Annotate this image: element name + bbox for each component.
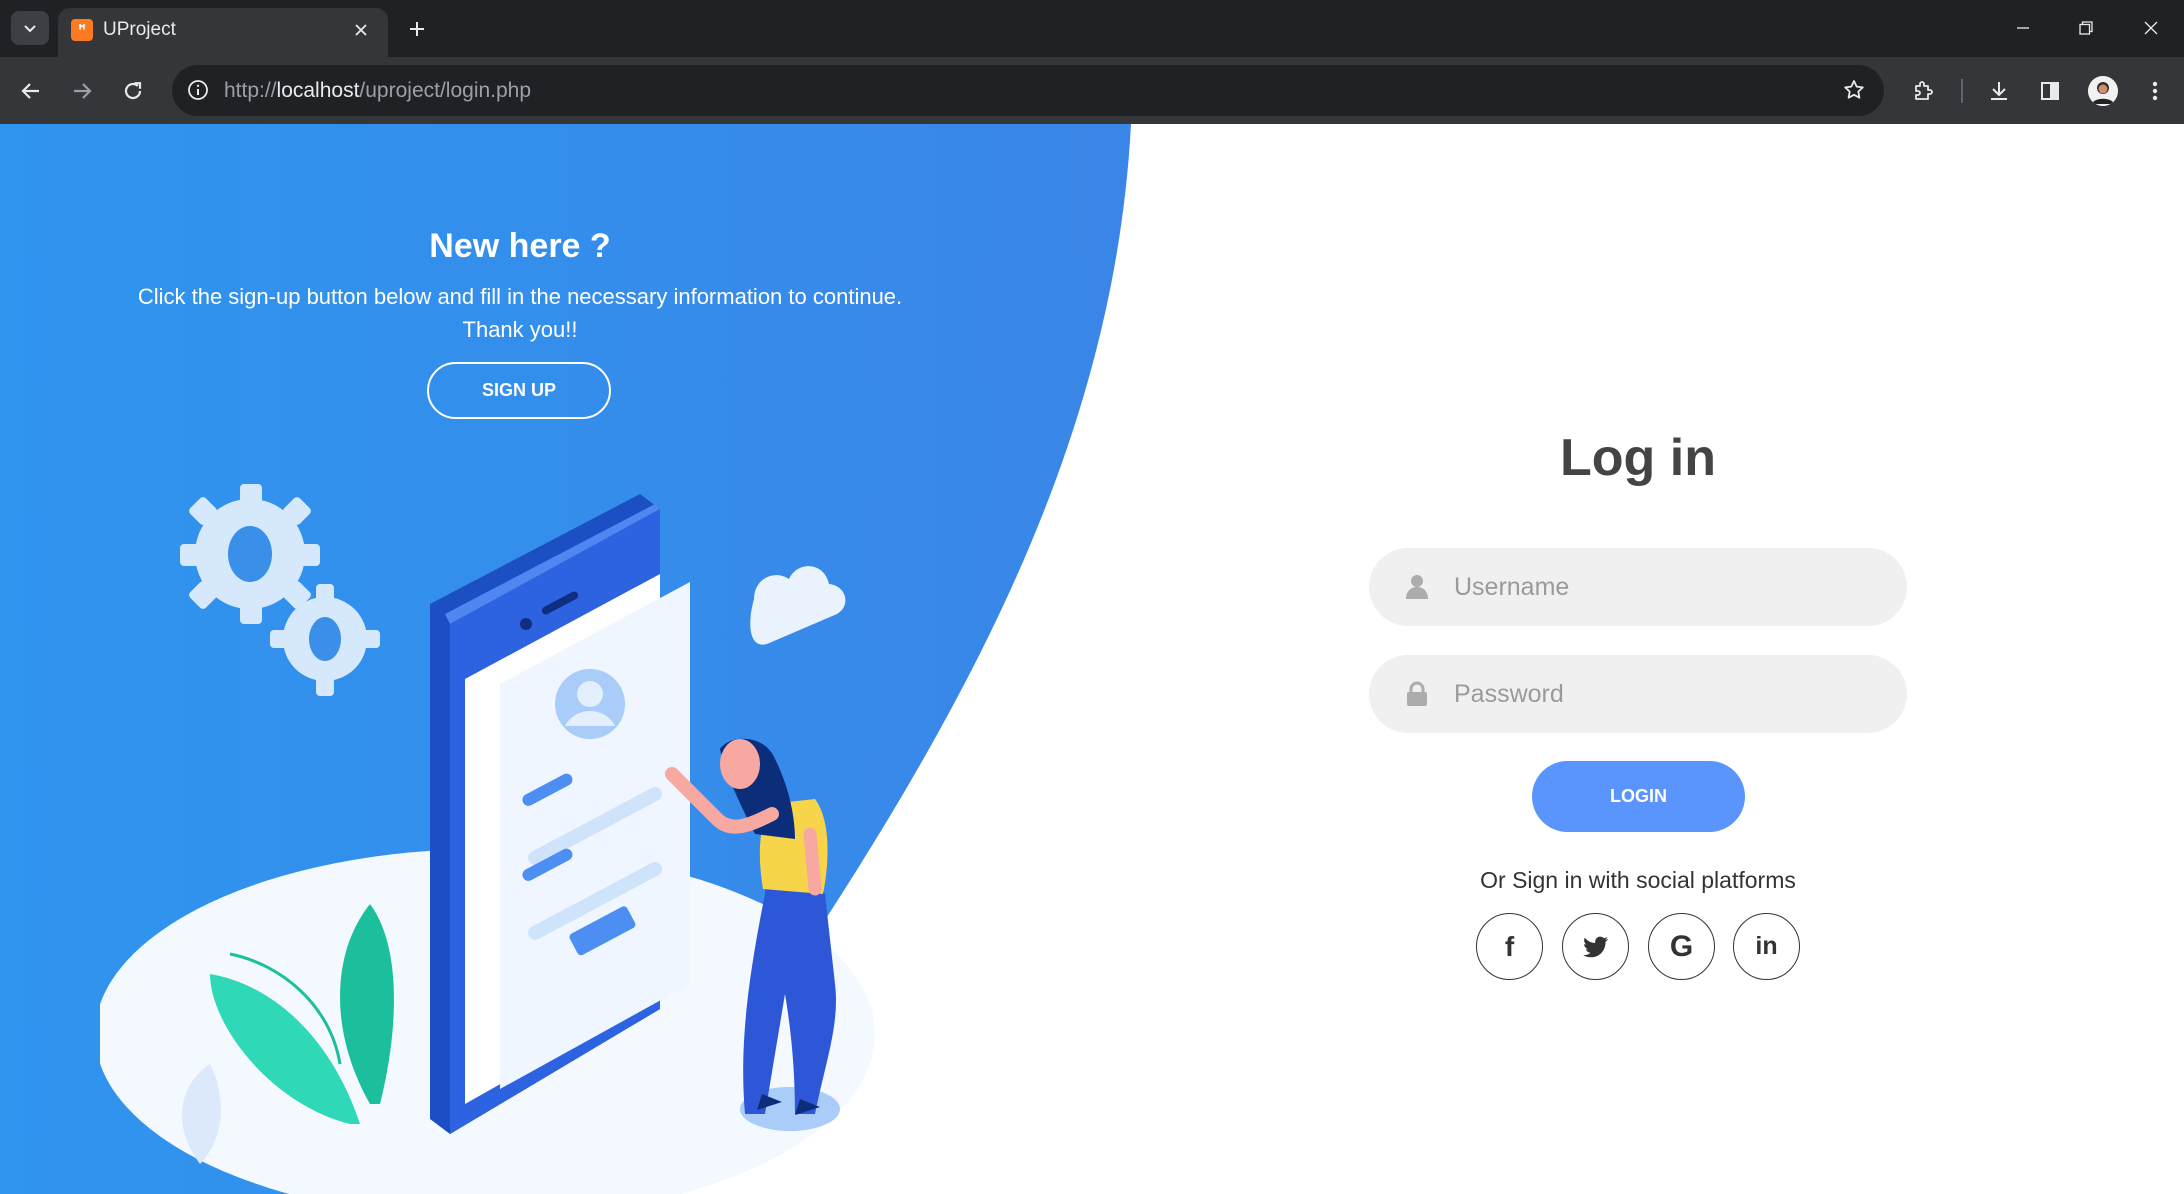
login-title: Log in — [1560, 429, 1716, 487]
cloud-icon — [750, 566, 846, 645]
tab-title: UProject — [103, 19, 176, 40]
url-text[interactable]: http://localhost/uproject/login.php — [224, 78, 531, 104]
url-host: localhost — [276, 79, 360, 102]
phone-illustration — [100, 484, 875, 1194]
download-icon — [1991, 82, 2007, 100]
gear-icon — [180, 484, 320, 624]
arrow-right-icon — [74, 83, 92, 99]
username-field[interactable] — [1369, 548, 1907, 626]
facebook-icon: f — [1504, 930, 1515, 962]
login-page: New here ? Click the sign-up button belo… — [0, 124, 2184, 1194]
toolbar-separator — [1961, 79, 1963, 103]
minimize-button[interactable] — [2000, 8, 2046, 48]
profile-avatar[interactable] — [2088, 76, 2118, 106]
side-panel-button[interactable] — [2032, 73, 2068, 109]
reload-button[interactable] — [115, 73, 151, 109]
back-button[interactable] — [13, 73, 49, 109]
close-icon — [2144, 21, 2158, 35]
site-info-icon[interactable] — [184, 76, 212, 104]
sign-up-button[interactable]: SIGN UP — [427, 362, 611, 419]
downloads-button[interactable] — [1981, 73, 2017, 109]
browser-window: ꟸ UProject http://localhost/uproject/log… — [0, 0, 2184, 1194]
chevron-down-icon — [24, 25, 36, 33]
password-input[interactable] — [1454, 655, 1884, 733]
linkedin-button[interactable]: in — [1733, 913, 1800, 980]
password-field[interactable] — [1369, 655, 1907, 733]
social-signin-text: Or Sign in with social platforms — [1480, 867, 1796, 893]
kebab-menu-icon — [2152, 81, 2158, 101]
tab-search-button[interactable] — [11, 11, 49, 45]
linkedin-icon: in — [1755, 932, 1778, 960]
active-tab[interactable]: ꟸ UProject — [58, 8, 388, 57]
minimize-icon — [2017, 27, 2029, 29]
url-prefix: http:// — [224, 79, 277, 102]
url-path: /uproject/login.php — [359, 79, 532, 102]
twitter-icon — [1582, 936, 1608, 957]
facebook-button[interactable]: f — [1476, 913, 1543, 980]
reload-icon — [124, 82, 142, 100]
username-input[interactable] — [1454, 548, 1884, 626]
signup-description: Click the sign-up button below and fill … — [137, 284, 903, 342]
google-button[interactable]: G — [1648, 913, 1715, 980]
restore-icon — [2079, 21, 2093, 35]
small-gear-icon — [270, 584, 380, 696]
close-window-button[interactable] — [2128, 8, 2174, 48]
tab-strip: ꟸ UProject — [0, 0, 2184, 57]
new-tab-button[interactable] — [400, 12, 434, 46]
arrow-left-icon — [21, 83, 39, 99]
login-button[interactable]: LOGIN — [1532, 761, 1745, 832]
twitter-button[interactable] — [1562, 913, 1629, 980]
forward-button[interactable] — [64, 73, 100, 109]
plus-icon — [410, 22, 424, 36]
address-bar[interactable]: http://localhost/uproject/login.php — [172, 65, 1884, 116]
side-panel-icon — [2041, 82, 2059, 100]
restore-button[interactable] — [2063, 8, 2109, 48]
close-tab-icon[interactable] — [348, 17, 374, 43]
xampp-icon: ꟸ — [71, 19, 93, 41]
more-menu-button[interactable] — [2137, 73, 2173, 109]
bookmark-star-icon[interactable] — [1840, 76, 1868, 104]
social-icons: f G in — [1476, 913, 1800, 981]
lock-icon — [1404, 681, 1430, 707]
puzzle-icon — [1915, 81, 1933, 100]
browser-toolbar: http://localhost/uproject/login.php — [0, 57, 2184, 124]
user-icon — [1404, 574, 1430, 600]
extensions-button[interactable] — [1906, 73, 1942, 109]
google-icon: G — [1669, 929, 1694, 963]
signup-title: New here ? — [429, 227, 611, 265]
